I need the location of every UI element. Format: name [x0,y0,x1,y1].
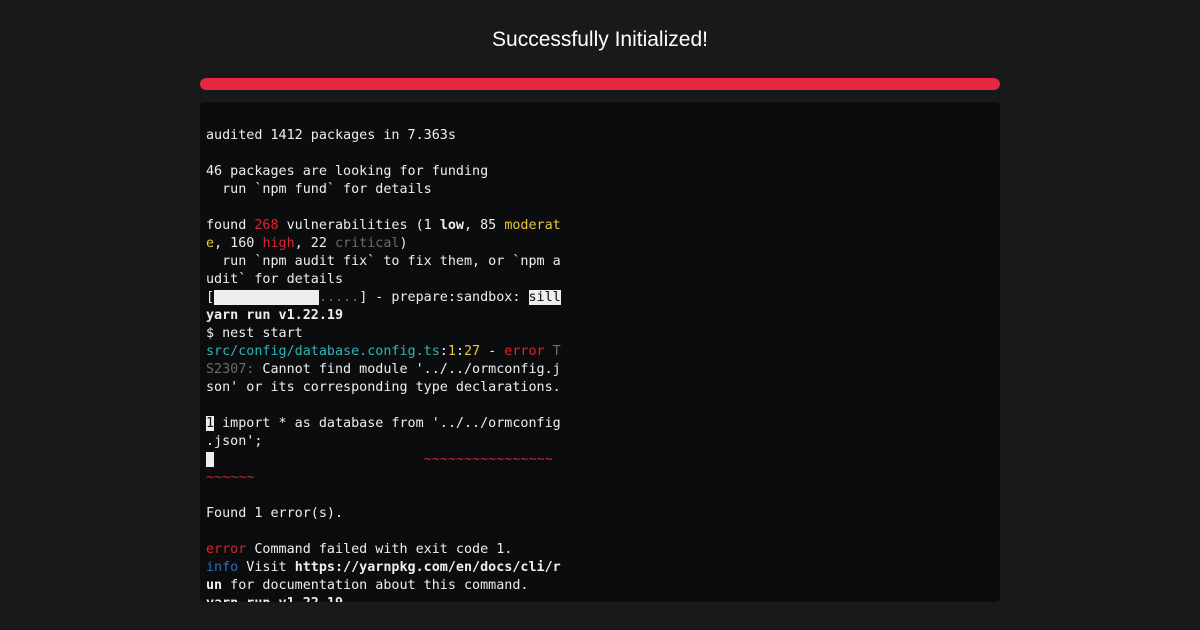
terminal-text: critical [335,236,400,251]
terminal-text: .json'; [206,434,262,449]
terminal-text: , 160 [214,236,262,251]
terminal-line [206,397,561,415]
terminal-line: info Visit https://yarnpkg.com/en/docs/c… [206,559,561,577]
terminal-line: son' or its corresponding type declarati… [206,379,561,397]
terminal-text: : [456,344,464,359]
terminal-text [206,452,214,467]
terminal-text: vulnerabilities (1 [279,218,440,233]
terminal-text: Cannot find module '../../ormconfig.j [254,362,560,377]
terminal-text: moderat [504,218,560,233]
terminal-line: .json'; [206,433,561,451]
terminal-output[interactable]: audited 1412 packages in 7.363s 46 packag… [200,102,1000,602]
terminal-text: https://yarnpkg.com/en/docs/cli/r [295,560,561,575]
terminal-line [206,109,561,127]
terminal-line: $ nest start [206,325,561,343]
terminal-text [214,452,424,467]
terminal-text: info [206,560,238,575]
terminal-text: yarn run v1.22.19 [206,308,343,323]
terminal-line [206,523,561,541]
terminal-text: [ [206,290,214,305]
terminal-text: $ nest start [206,326,303,341]
terminal-line: error Command failed with exit code 1. [206,541,561,559]
terminal-text: ~~~~~~~~~~~~~~~~ [424,452,553,467]
terminal-line: e, 160 high, 22 critical) [206,235,561,253]
terminal-text: high [262,236,294,251]
terminal-text: ] - prepare:sandbox: [359,290,528,305]
terminal-line: 46 packages are looking for funding [206,163,561,181]
terminal-line: ~~~~~~ [206,469,561,487]
terminal-text: son' or its corresponding type declarati… [206,380,561,395]
terminal-text: sill [529,290,561,305]
page-title: Successfully Initialized! [0,28,1200,52]
terminal-text: run `npm audit fix` to fix them, or `npm… [206,254,561,269]
terminal-line [206,145,561,163]
terminal-line: [ .....] - prepare:sandbox: sill [206,289,561,307]
terminal-line: un for documentation about this command. [206,577,561,595]
terminal-line: ~~~~~~~~~~~~~~~~ [206,451,561,469]
terminal-text: 1 [206,416,214,431]
terminal-line [206,487,561,505]
terminal-line: 1 import * as database from '../../ormco… [206,415,561,433]
terminal-text: 27 [464,344,480,359]
terminal-text: , 85 [464,218,504,233]
terminal-line: src/config/database.config.ts:1:27 - err… [206,343,561,361]
terminal-line [206,199,561,217]
terminal-text: Found 1 error(s). [206,506,343,521]
terminal-text: e [206,236,214,251]
terminal-text [214,290,319,305]
terminal-text: : [440,344,448,359]
terminal-text: udit` for details [206,272,343,287]
terminal-text: Command failed with exit code 1. [246,542,512,557]
terminal-text: T [545,344,561,359]
terminal-text: ..... [319,290,359,305]
terminal-text: ) [400,236,408,251]
terminal-text: error [206,542,246,557]
terminal-text: audited 1412 packages in 7.363s [206,128,456,143]
terminal-line: found 268 vulnerabilities (1 low, 85 mod… [206,217,561,235]
terminal-line: Found 1 error(s). [206,505,561,523]
terminal-lines: audited 1412 packages in 7.363s 46 packag… [206,109,561,602]
terminal-line: yarn run v1.22.19 [206,595,561,602]
terminal-text: ~~~~~~ [206,470,254,485]
terminal-line: run `npm audit fix` to fix them, or `npm… [206,253,561,271]
terminal-text: src/config/database.config.ts [206,344,440,359]
terminal-text: 46 packages are looking for funding [206,164,488,179]
terminal-text: for documentation about this command. [222,578,528,593]
progress-bar [200,78,1000,90]
terminal-line: S2307: Cannot find module '../../ormconf… [206,361,561,379]
terminal-text: 268 [254,218,278,233]
terminal-text: Visit [238,560,294,575]
terminal-text: S2307: [206,362,254,377]
terminal-text: 1 [448,344,456,359]
terminal-text: , 22 [295,236,335,251]
terminal-text: error [504,344,544,359]
terminal-line: audited 1412 packages in 7.363s [206,127,561,145]
terminal-text: un [206,578,222,593]
terminal-line: run `npm fund` for details [206,181,561,199]
terminal-text: yarn run v1.22.19 [206,596,343,602]
terminal-text: found [206,218,254,233]
terminal-text: run `npm fund` for details [206,182,432,197]
terminal-line: udit` for details [206,271,561,289]
terminal-line: yarn run v1.22.19 [206,307,561,325]
terminal-text: - [480,344,504,359]
terminal-text: import * as database from '../../ormconf… [214,416,561,431]
progress-fill [200,78,1000,90]
terminal-text: low [440,218,464,233]
